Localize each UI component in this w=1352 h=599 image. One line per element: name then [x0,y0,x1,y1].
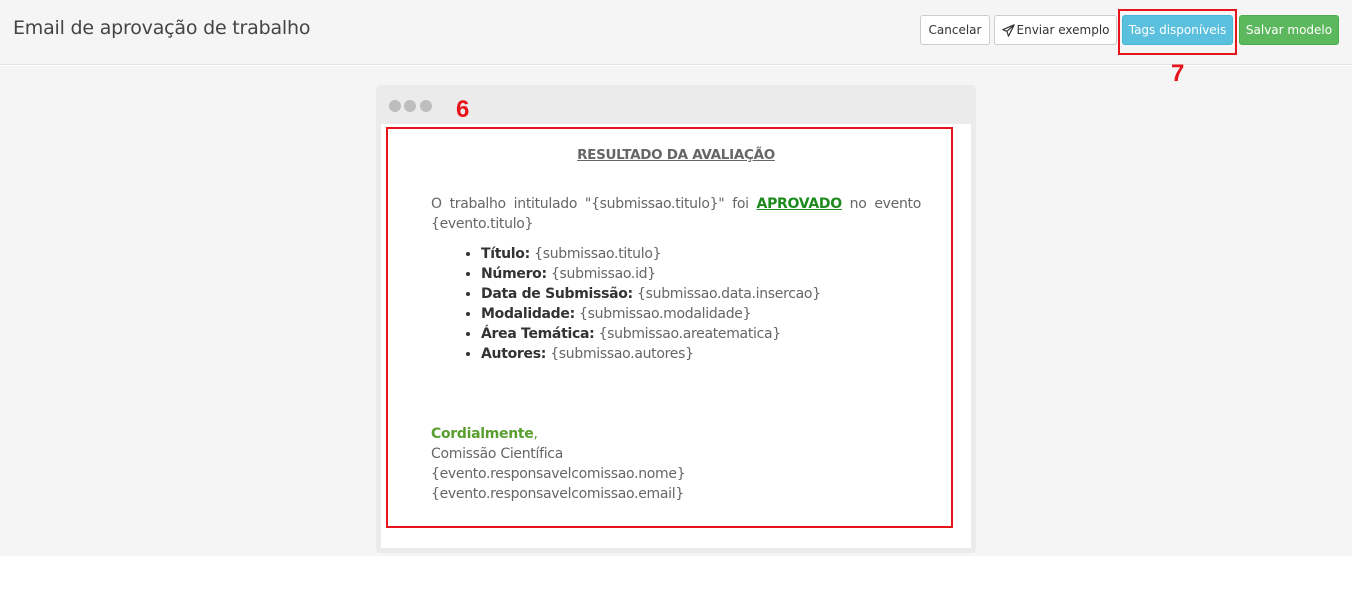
send-example-button[interactable]: Enviar exemplo [994,15,1117,45]
save-template-label: Salvar modelo [1245,23,1333,37]
page-title: Email de aprovação de trabalho [13,17,311,39]
save-template-button[interactable]: Salvar modelo [1239,15,1339,45]
send-example-label: Enviar exemplo [1016,23,1110,37]
highlight-box-content [386,127,953,528]
window-dot-icon [404,100,416,112]
paper-plane-icon [1001,23,1015,37]
cancel-button[interactable]: Cancelar [920,15,990,45]
cancel-button-label: Cancelar [928,23,982,37]
highlight-box-tags [1118,9,1237,55]
annotation-marker-7: 7 [1171,60,1185,87]
window-dot-icon [420,100,432,112]
annotation-marker-6: 6 [456,96,470,123]
window-dot-icon [389,100,401,112]
